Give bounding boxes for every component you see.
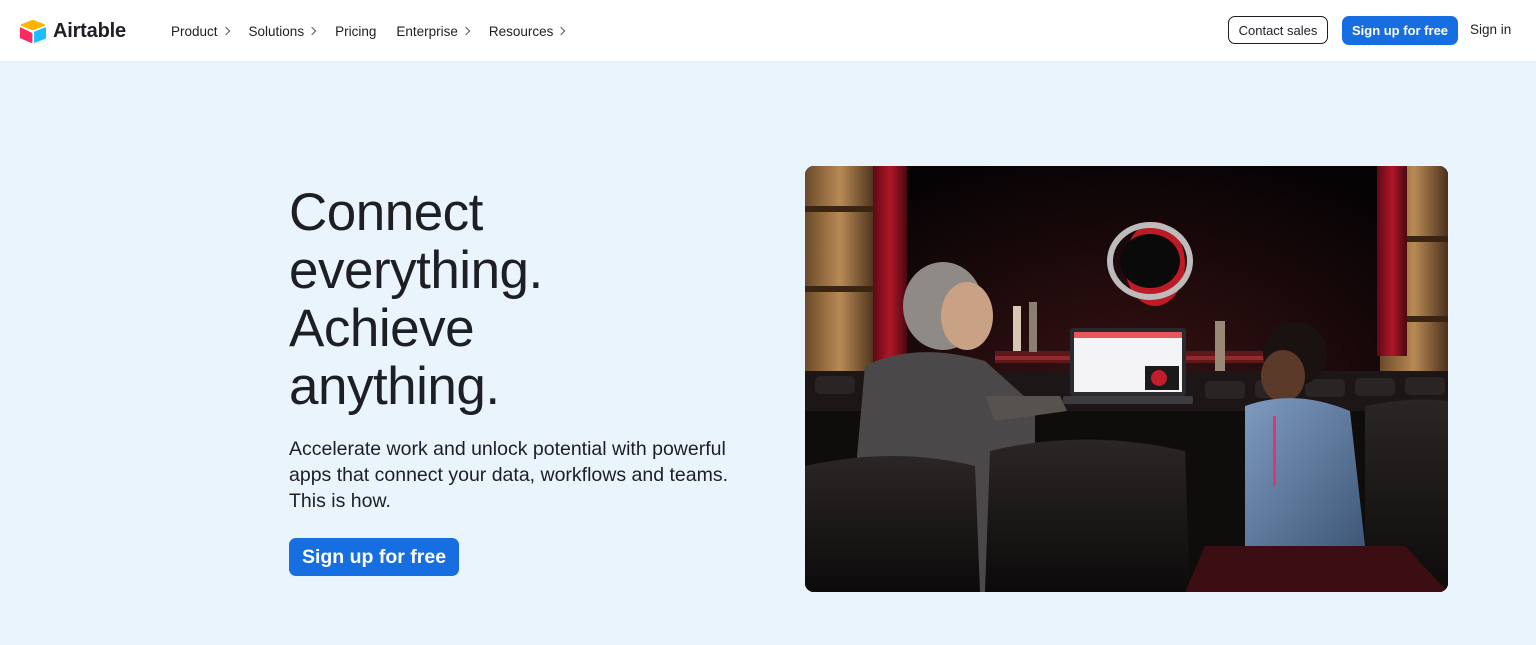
- airtable-logo-icon: [19, 19, 47, 43]
- nav-solutions-label: Solutions: [248, 23, 305, 39]
- chevron-right-icon: [221, 26, 230, 36]
- airtable-logo[interactable]: Airtable: [19, 18, 126, 44]
- hero-photo-illustration: [805, 166, 1448, 592]
- chevron-right-icon: [557, 26, 566, 36]
- nav-enterprise[interactable]: Enterprise: [396, 23, 471, 39]
- nav-resources[interactable]: Resources: [488, 23, 566, 39]
- nav-resources-label: Resources: [488, 23, 554, 39]
- signup-button-nav[interactable]: Sign up for free: [1342, 16, 1458, 45]
- nav-pricing-label: Pricing: [335, 23, 377, 39]
- nav-pricing[interactable]: Pricing: [335, 24, 376, 39]
- headline-line: Achieve: [289, 299, 475, 358]
- hero-section: Connect everything. Achieve anything. Ac…: [0, 62, 1536, 645]
- signin-link[interactable]: Sign in: [1470, 22, 1511, 37]
- chevron-right-icon: [461, 26, 471, 36]
- hero-photo: [805, 166, 1448, 592]
- main-nav: Product Solutions Pricing Enterprise Res…: [171, 0, 584, 62]
- signup-button-hero[interactable]: Sign up for free: [289, 538, 459, 576]
- hero-subtext: Accelerate work and unlock potential wit…: [289, 438, 728, 512]
- chevron-right-icon: [307, 26, 317, 36]
- airtable-wordmark: Airtable: [53, 19, 126, 42]
- headline-line: Connect: [289, 183, 483, 242]
- contact-sales-button[interactable]: Contact sales: [1228, 16, 1328, 44]
- headline-line: anything.: [289, 357, 500, 416]
- nav-solutions[interactable]: Solutions: [248, 23, 317, 39]
- hero-headline: Connect everything. Achieve anything.: [289, 184, 709, 416]
- nav-product-label: Product: [171, 23, 218, 39]
- headline-line: everything.: [289, 241, 543, 300]
- nav-product[interactable]: Product: [171, 23, 230, 39]
- nav-enterprise-label: Enterprise: [396, 23, 458, 39]
- top-navbar: Airtable Product Solutions Pricing Enter…: [0, 0, 1536, 62]
